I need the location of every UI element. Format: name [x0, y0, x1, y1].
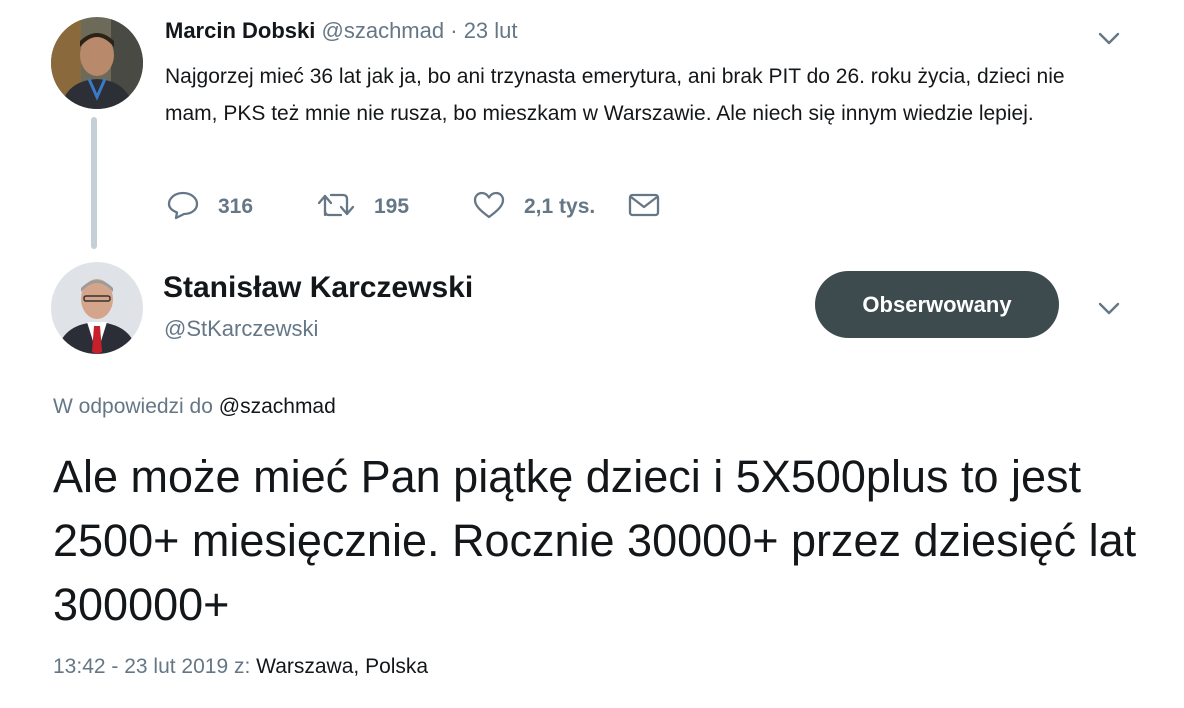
parent-tweet-text: Najgorzej mieć 36 lat jak ja, bo ani trz… [165, 65, 1065, 125]
parent-author-handle[interactable]: @szachmad [322, 18, 445, 43]
like-button[interactable]: 2,1 tys. [472, 190, 595, 224]
main-author-name[interactable]: Stanisław Karczewski [163, 268, 473, 308]
reply-count: 316 [218, 195, 254, 218]
parent-author-name[interactable]: Marcin Dobski [165, 18, 315, 43]
envelope-icon [627, 190, 661, 225]
thread-connector-line [91, 117, 97, 249]
following-button[interactable]: Obserwowany [815, 271, 1059, 338]
header-separator: · [450, 18, 458, 43]
direct-message-button[interactable] [627, 190, 661, 224]
tweet-timestamp-line: 13:42 - 23 lut 2019 z: Warszawa, Polska [53, 652, 428, 682]
retweet-count: 195 [374, 195, 410, 218]
retweet-arrows-icon [316, 190, 356, 225]
main-author-handle[interactable]: @StKarczewski [164, 314, 318, 344]
heart-icon [472, 190, 506, 225]
avatar-marcin-dobski[interactable] [51, 17, 143, 109]
parent-tweet-date[interactable]: 23 lut [464, 18, 518, 43]
replying-to-line: W odpowiedzi do @szachmad [53, 392, 336, 422]
avatar-stanislaw-karczewski[interactable] [51, 262, 143, 354]
parent-tweet-menu-chevron-icon[interactable] [1095, 24, 1123, 52]
tweet-timestamp[interactable]: 13:42 - 23 lut 2019 z: [53, 655, 250, 678]
replying-to-handle[interactable]: @szachmad [219, 395, 336, 418]
reply-button[interactable]: 316 [166, 190, 253, 224]
like-count: 2,1 tys. [524, 195, 596, 218]
retweet-button[interactable]: 195 [316, 190, 409, 224]
main-tweet-text: Ale może mieć Pan piątkę dzieci i 5X500p… [53, 451, 1137, 630]
replying-to-prefix: W odpowiedzi do [53, 395, 213, 418]
main-tweet-menu-chevron-icon[interactable] [1095, 294, 1123, 322]
tweet-location[interactable]: Warszawa, Polska [256, 655, 428, 678]
parent-tweet-header: Marcin Dobski @szachmad · 23 lut [165, 16, 518, 46]
speech-bubble-icon [166, 190, 200, 225]
